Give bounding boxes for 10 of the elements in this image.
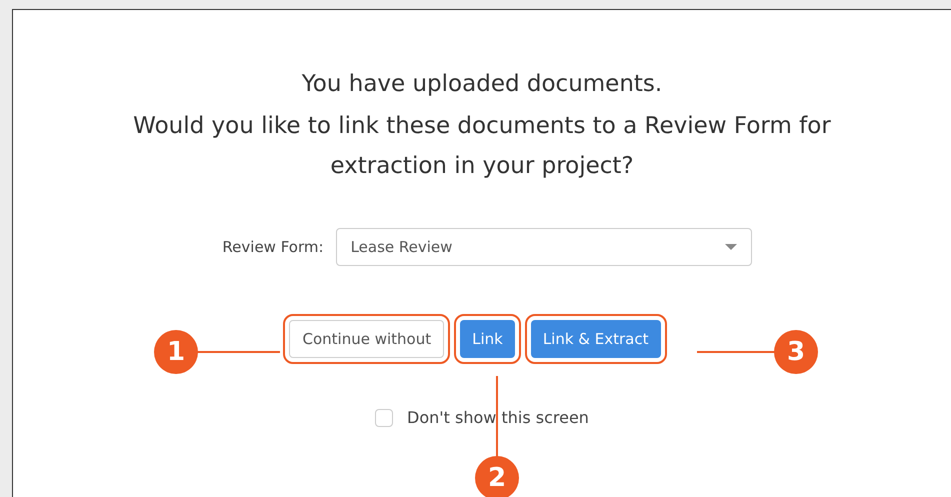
checkbox-label: Don't show this screen xyxy=(407,407,589,429)
link-button[interactable]: Link xyxy=(460,320,515,358)
dialog-question: Would you like to link these documents to a Review Form for extraction in your project? xyxy=(132,112,832,181)
checkbox[interactable] xyxy=(375,409,394,427)
review-form-select[interactable]: Lease Review xyxy=(336,228,752,266)
review-form-label: Review Form: xyxy=(222,236,324,258)
link-button[interactable]: Link & Extract xyxy=(530,320,660,358)
caret-icon xyxy=(724,244,737,250)
continue-button[interactable]: Continue without xyxy=(289,320,444,358)
dialog-title: You have uploaded documents. xyxy=(302,70,662,99)
